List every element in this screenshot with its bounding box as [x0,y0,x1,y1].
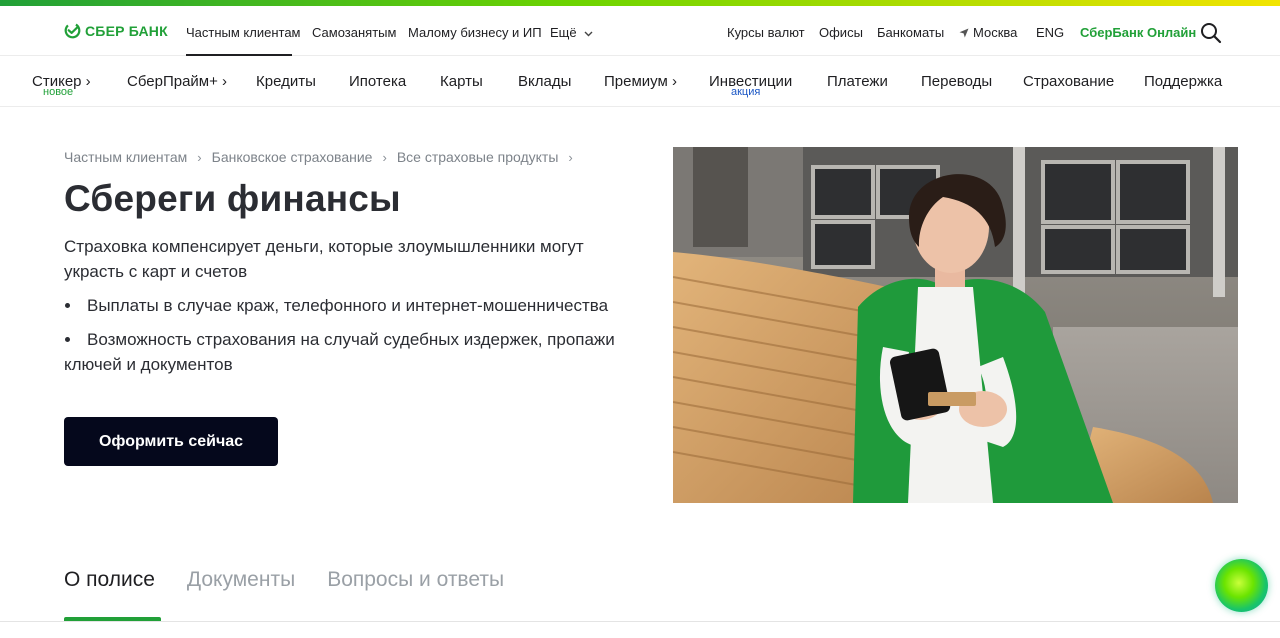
tab-about-policy[interactable]: О полисе [64,568,155,592]
sber-logo-icon [64,22,81,39]
virtual-assistant-icon[interactable] [1215,559,1268,612]
page-title: Сбереги финансы [64,178,401,219]
main-nav-support[interactable]: Поддержка [1144,73,1222,90]
breadcrumb-item[interactable]: Банковское страхование [212,149,373,165]
main-nav-transfers[interactable]: Переводы [921,73,992,90]
tab-documents[interactable]: Документы [187,568,295,592]
nav-more[interactable]: Ещё [550,25,593,40]
breadcrumb-item[interactable]: Все страховые продукты [397,149,559,165]
chevron-right-icon: › [217,73,228,90]
nav-self-employed[interactable]: Самозанятым [312,25,396,40]
breadcrumb-item[interactable]: Частным клиентам [64,149,187,165]
language-switch[interactable]: ENG [1036,25,1064,40]
tag-promo: акция [731,86,761,98]
main-nav-premium[interactable]: Премиум › [604,73,677,90]
sberbank-online-link[interactable]: СберБанк Онлайн [1080,25,1196,40]
chevron-right-icon: › [568,149,573,165]
active-nav-underline [186,54,292,56]
hero-photo-illustration [673,147,1238,503]
main-nav-sberprime-label: СберПрайм+ [127,73,218,90]
tag-new: новое [43,86,74,98]
chevron-down-icon [584,31,593,37]
main-nav-insurance[interactable]: Страхование [1023,73,1114,90]
main-nav-sberprime[interactable]: СберПрайм+ › [127,73,227,90]
logo-text: СБЕР БАНК [85,22,168,39]
nav-exchange-rates[interactable]: Курсы валют [727,25,805,40]
content-tabs: О полисе Документы Вопросы и ответы [64,568,504,592]
breadcrumb: Частным клиентам › Банковское страховани… [64,149,583,165]
chevron-right-icon: › [382,149,387,165]
main-nav-payments[interactable]: Платежи [827,73,888,90]
tab-faq[interactable]: Вопросы и ответы [327,568,504,592]
nav-private-clients[interactable]: Частным клиентам [186,25,301,40]
chevron-right-icon: › [667,73,677,90]
main-nav-mortgage[interactable]: Ипотека [349,73,406,90]
top-bar: СБЕР БАНК Частным клиентам Самозанятым М… [0,6,1280,56]
main-nav-deposits[interactable]: Вклады [518,73,571,90]
city-selector[interactable]: Москва [959,25,1017,40]
nav-more-label: Ещё [550,25,577,40]
hero-description: Страховка компенсирует деньги, которые з… [64,237,584,281]
nav-small-business[interactable]: Малому бизнесу и ИП [408,25,542,40]
main-nav-credits[interactable]: Кредиты [256,73,316,90]
benefits-list: Выплаты в случае краж, телефонного и инт… [64,293,644,386]
location-arrow-icon [959,28,969,38]
nav-offices[interactable]: Офисы [819,25,863,40]
list-item: Выплаты в случае краж, телефонного и инт… [64,293,644,318]
sber-logo[interactable]: СБЕР БАНК [64,22,168,39]
city-label: Москва [973,25,1018,40]
nav-atms[interactable]: Банкоматы [877,25,944,40]
apply-now-button[interactable]: Оформить сейчас [64,417,278,466]
list-item: Возможность страхования на случай судебн… [64,327,644,377]
chevron-right-icon: › [197,149,202,165]
search-icon[interactable] [1200,22,1222,44]
main-nav-cards[interactable]: Карты [440,73,483,90]
main-navigation: Стикер › новое СберПрайм+ › Кредиты Ипот… [0,57,1280,107]
tabs-divider [0,621,1280,622]
hero-image [673,147,1238,503]
chevron-right-icon: › [81,73,91,90]
main-nav-premium-label: Премиум [604,73,668,90]
